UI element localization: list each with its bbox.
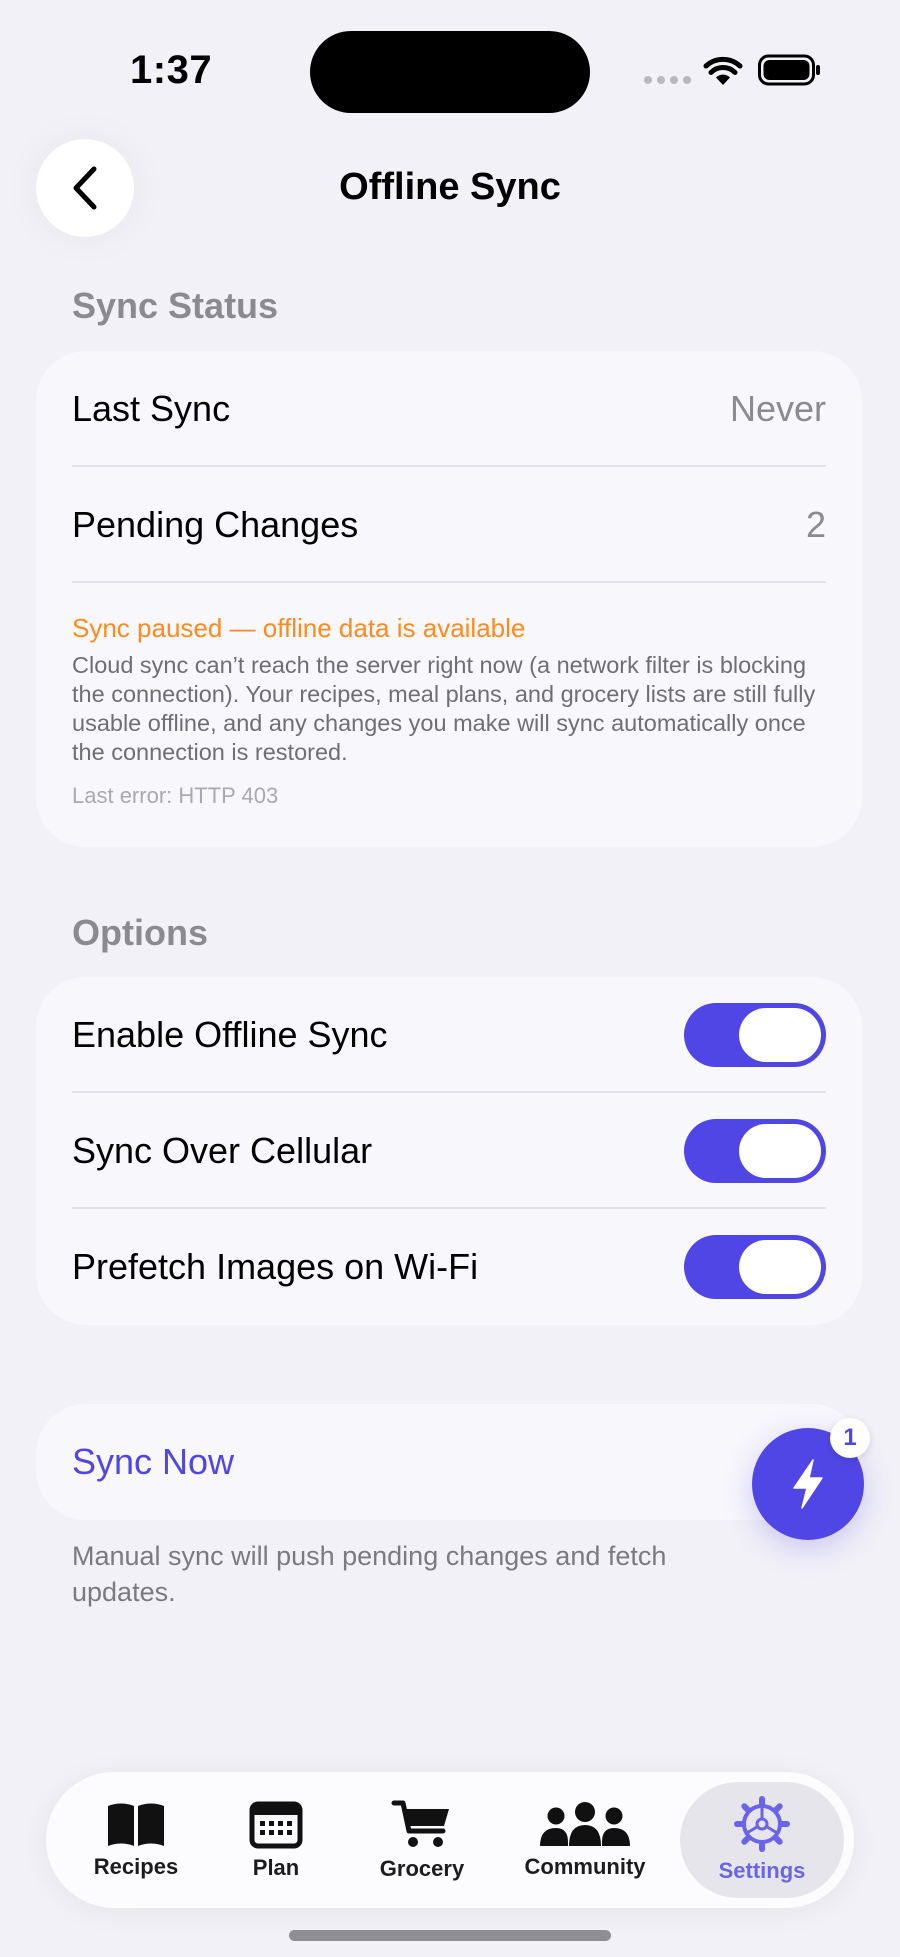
last-error-text: Last error: HTTP 403 — [72, 783, 279, 808]
last-sync-value: Never — [729, 388, 826, 429]
bolt-icon — [793, 1459, 823, 1509]
book-icon — [108, 1803, 164, 1846]
tab-label: Community — [524, 1854, 646, 1879]
last-sync-label: Last Sync — [72, 388, 231, 429]
cart-icon — [391, 1800, 449, 1847]
tab-settings[interactable]: Settings — [680, 1782, 844, 1898]
sync-status-card: Last Sync Never Pending Changes 2 Sync p… — [36, 351, 862, 847]
pending-changes-value: 2 — [805, 504, 826, 545]
wifi-icon — [703, 56, 743, 85]
tab-label: Plan — [252, 1855, 300, 1880]
option-row-sync-over-cellular: Sync Over Cellular — [72, 1093, 826, 1209]
option-row-prefetch-images: Prefetch Images on Wi-Fi — [72, 1209, 826, 1325]
sync-paused-title: Sync paused — offline data is available — [72, 613, 526, 643]
tab-grocery[interactable]: Grocery — [352, 1772, 492, 1908]
tab-recipes[interactable]: Recipes — [66, 1772, 206, 1908]
tab-community[interactable]: Community — [514, 1772, 656, 1908]
tab-label: Recipes — [93, 1854, 179, 1879]
last-sync-row: Last Sync Never — [72, 351, 826, 467]
option-label: Enable Offline Sync — [72, 1014, 388, 1055]
dynamic-island — [310, 31, 590, 113]
calendar-icon — [249, 1801, 303, 1849]
options-card: Enable Offline Sync Sync Over Cellular P… — [36, 977, 862, 1325]
sync-over-cellular-toggle[interactable] — [684, 1119, 826, 1183]
option-label: Prefetch Images on Wi-Fi — [72, 1246, 479, 1287]
tab-label: Grocery — [379, 1856, 465, 1881]
status-bar: 1:37 — [0, 0, 900, 150]
sync-paused-message: Cloud sync can’t reach the server right … — [72, 652, 816, 765]
sync-now-footnote: Manual sync will push pending changes an… — [72, 1541, 667, 1607]
option-label: Sync Over Cellular — [72, 1130, 373, 1171]
people-icon — [540, 1802, 630, 1846]
sync-now-label: Sync Now — [72, 1441, 235, 1482]
tab-plan[interactable]: Plan — [216, 1772, 336, 1908]
sync-now-button[interactable]: Sync Now — [36, 1404, 862, 1520]
sync-status-header: Sync Status — [72, 285, 279, 326]
pending-changes-label: Pending Changes — [72, 504, 359, 545]
tab-label: Settings — [718, 1858, 806, 1883]
page-title: Offline Sync — [339, 166, 561, 208]
enable-offline-sync-toggle[interactable] — [684, 1003, 826, 1067]
cellular-signal-icon — [644, 76, 691, 84]
tab-bar: Recipes Plan Grocery Community Settings — [46, 1772, 854, 1908]
prefetch-images-toggle[interactable] — [684, 1235, 826, 1299]
option-row-enable-offline-sync: Enable Offline Sync — [72, 977, 826, 1093]
options-header: Options — [72, 912, 208, 953]
gear-icon — [734, 1796, 790, 1852]
notification-badge: 1 — [830, 1418, 870, 1458]
home-indicator — [289, 1930, 611, 1941]
status-time: 1:37 — [130, 48, 213, 92]
battery-icon — [758, 54, 820, 86]
divider — [72, 581, 826, 583]
pending-changes-row: Pending Changes 2 — [72, 467, 826, 583]
